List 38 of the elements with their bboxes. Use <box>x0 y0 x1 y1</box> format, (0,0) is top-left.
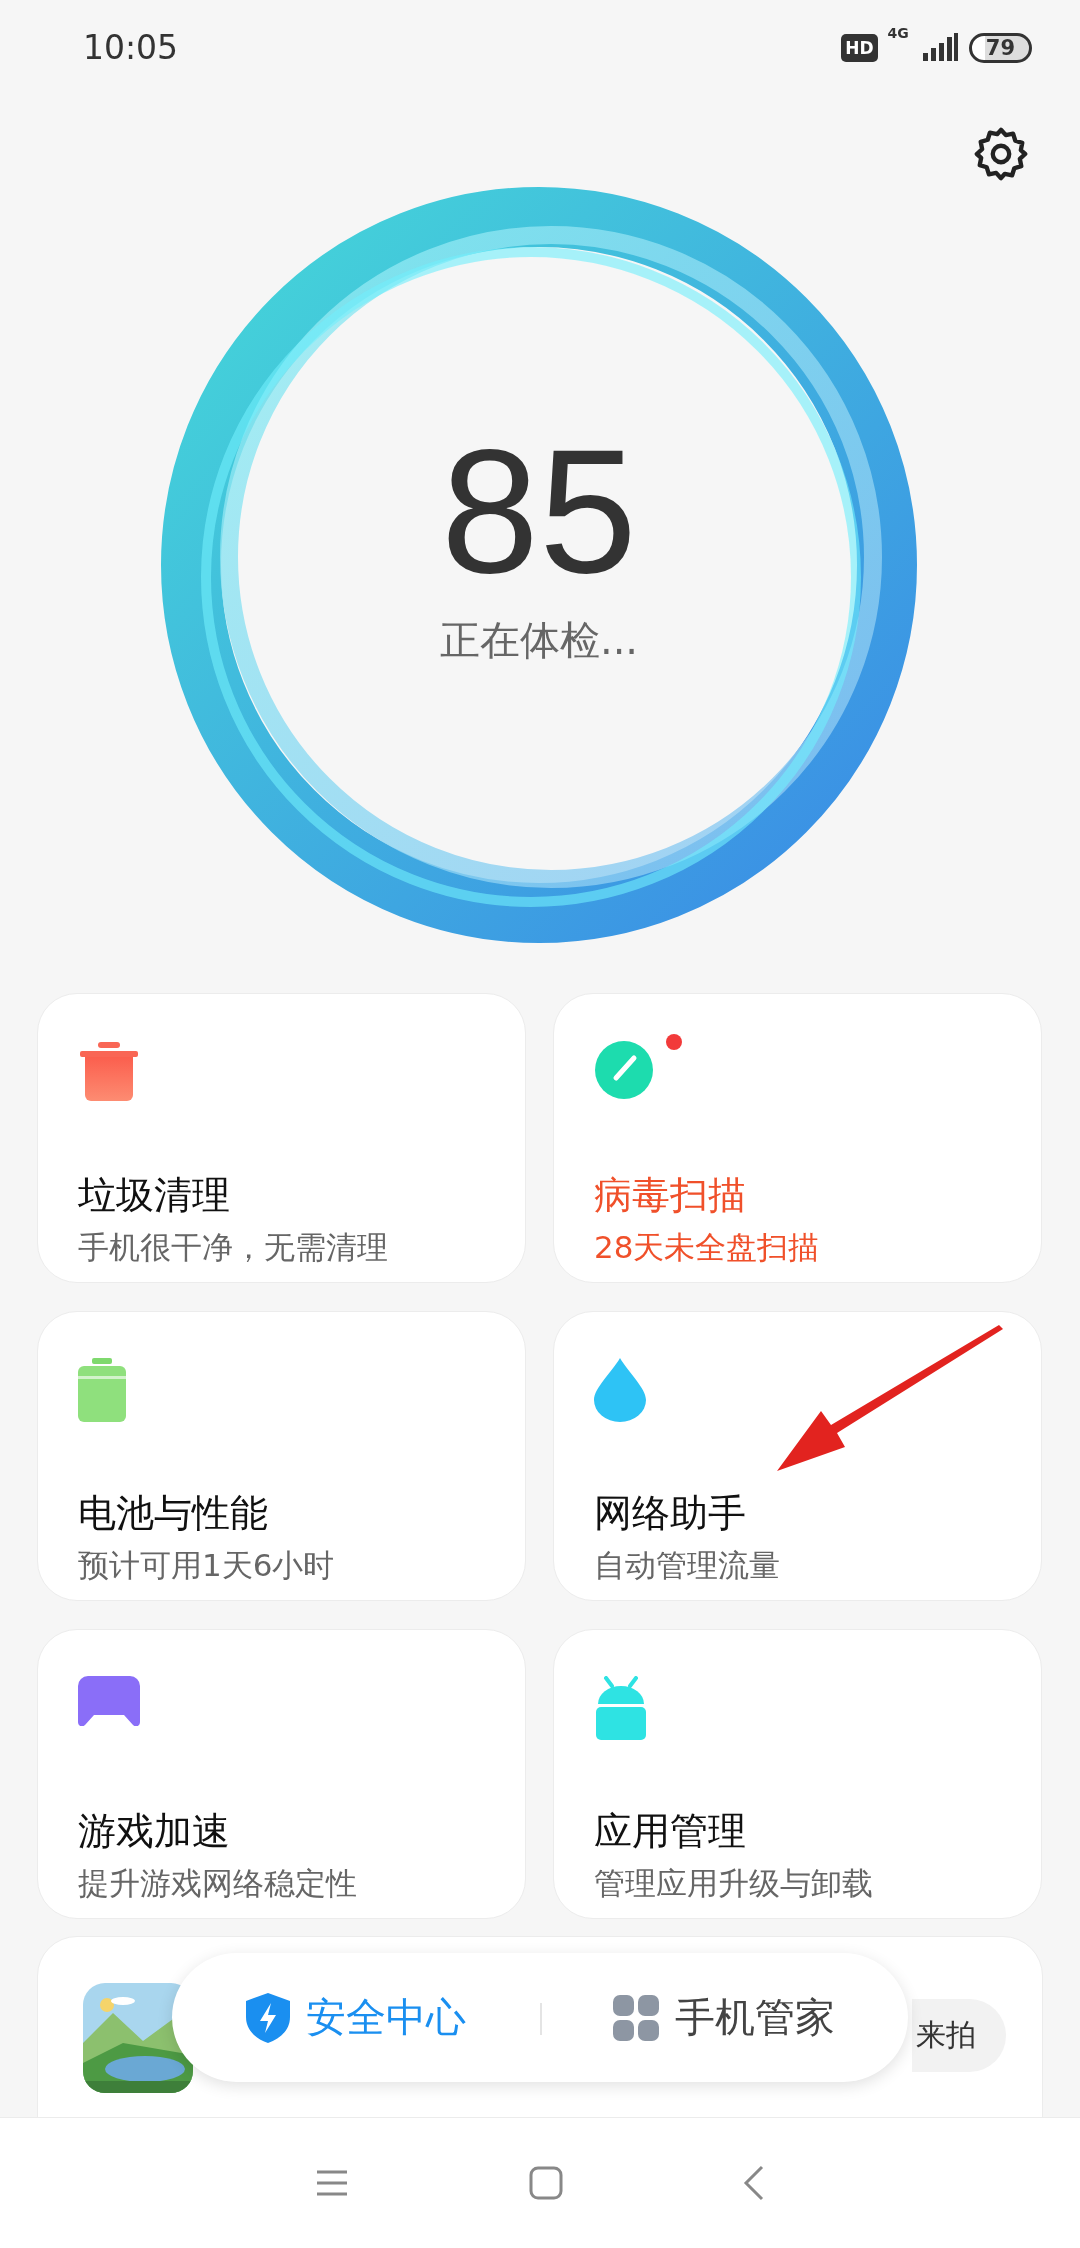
network-type: 4G <box>887 24 909 41</box>
droplet-icon <box>594 1358 646 1422</box>
back-icon[interactable] <box>743 2165 765 2201</box>
tool-card[interactable]: 电池与性能 预计可用1天6小时 <box>37 1311 526 1601</box>
android-icon <box>594 1676 648 1740</box>
tool-title: 电池与性能 <box>78 1490 269 1537</box>
tool-card[interactable]: 网络助手 自动管理流量 <box>553 1311 1042 1601</box>
scan-status: 正在体检... <box>439 615 639 665</box>
tool-subtitle: 提升游戏网络稳定性 <box>78 1864 358 1903</box>
promo-button[interactable]: 来拍 <box>912 1999 1006 2072</box>
hd-badge: HD <box>841 33 878 62</box>
tool-card[interactable]: 垃圾清理 手机很干净，无需清理 <box>37 993 526 1283</box>
tool-card[interactable]: 游戏加速 提升游戏网络稳定性 <box>37 1629 526 1919</box>
tool-card[interactable]: 病毒扫描 28天未全盘扫描 <box>553 993 1042 1283</box>
tool-subtitle: 28天未全盘扫描 <box>594 1228 821 1267</box>
tool-title: 游戏加速 <box>78 1808 231 1855</box>
score-value: 85 <box>441 422 637 599</box>
tool-title: 垃圾清理 <box>78 1172 231 1219</box>
tool-subtitle: 自动管理流量 <box>594 1546 781 1585</box>
battery-icon <box>78 1358 126 1422</box>
home-icon[interactable] <box>529 2166 563 2200</box>
gamepad-icon <box>78 1676 140 1726</box>
trash-icon <box>78 1040 140 1102</box>
gauge-icon <box>594 1040 654 1100</box>
tool-title: 病毒扫描 <box>594 1172 747 1219</box>
grid-icon <box>612 1994 659 2041</box>
shield-icon <box>245 1992 290 2043</box>
menu-icon[interactable] <box>315 2169 349 2197</box>
settings-icon[interactable] <box>972 125 1030 183</box>
tool-subtitle: 管理应用升级与卸载 <box>594 1864 874 1903</box>
battery-indicator: 79 <box>968 32 1032 63</box>
status-time: 10:05 <box>83 28 179 67</box>
tool-subtitle: 手机很干净，无需清理 <box>78 1228 389 1267</box>
tool-card[interactable]: 应用管理 管理应用升级与卸载 <box>553 1629 1042 1919</box>
tool-subtitle: 预计可用1天6小时 <box>78 1546 336 1585</box>
switcher-tab[interactable]: 手机管家 <box>612 1990 835 2045</box>
tool-title: 网络助手 <box>594 1490 747 1537</box>
tool-title: 应用管理 <box>594 1808 747 1855</box>
